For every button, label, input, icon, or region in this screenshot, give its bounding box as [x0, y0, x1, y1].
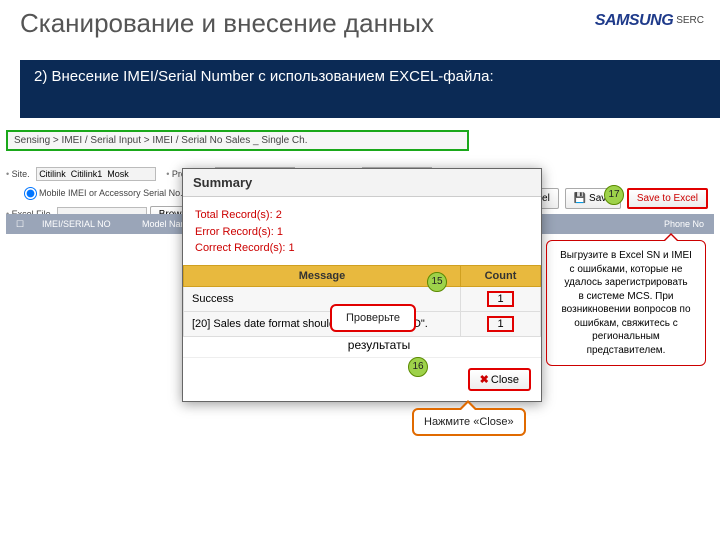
- close-icon: ✖: [480, 374, 489, 386]
- error-records: Error Record(s): 1: [195, 224, 529, 241]
- dialog-title: Summary: [183, 169, 541, 197]
- brand-logo: SAMSUNG SERC: [595, 12, 704, 30]
- callout-check-results-line2: результаты: [336, 338, 422, 352]
- breadcrumb: Sensing > IMEI / Serial Input > IMEI / S…: [6, 130, 469, 151]
- site-label: Site.: [6, 169, 34, 179]
- step-badge-17: 17: [604, 185, 624, 205]
- section-text: 2) Внесение IMEI/Serial Number с использ…: [34, 68, 494, 85]
- callout-press-close: Нажмите «Close»: [412, 408, 526, 436]
- brand-sub: SERC: [676, 15, 704, 26]
- total-records: Total Record(s): 2: [195, 207, 529, 224]
- callout-check-results: Проверьте: [330, 304, 416, 332]
- note-export-errors: Выгрузите в Excel SN и IMEIс ошибками, к…: [546, 240, 706, 366]
- site-input[interactable]: [36, 167, 156, 181]
- close-button[interactable]: ✖Close: [468, 368, 531, 391]
- col-message: Message: [184, 265, 461, 286]
- step-badge-16: 16: [408, 357, 428, 377]
- col-checkbox: ☐: [6, 219, 32, 230]
- summary-dialog: Summary Total Record(s): 2 Error Record(…: [182, 168, 542, 402]
- correct-records: Correct Record(s): 1: [195, 240, 529, 257]
- brand-name: SAMSUNG: [595, 12, 673, 29]
- step-badge-15: 15: [427, 272, 447, 292]
- col-imei: IMEI/SERIAL NO: [32, 219, 132, 229]
- col-phone: Phone No: [644, 219, 714, 229]
- col-count: Count: [461, 265, 541, 286]
- section-banner: 2) Внесение IMEI/Serial Number с использ…: [20, 60, 720, 118]
- export-button[interactable]: Save to Excel: [627, 188, 708, 209]
- slide-title: Сканирование и внесение данных: [20, 8, 434, 39]
- radio-mobile[interactable]: [24, 187, 37, 200]
